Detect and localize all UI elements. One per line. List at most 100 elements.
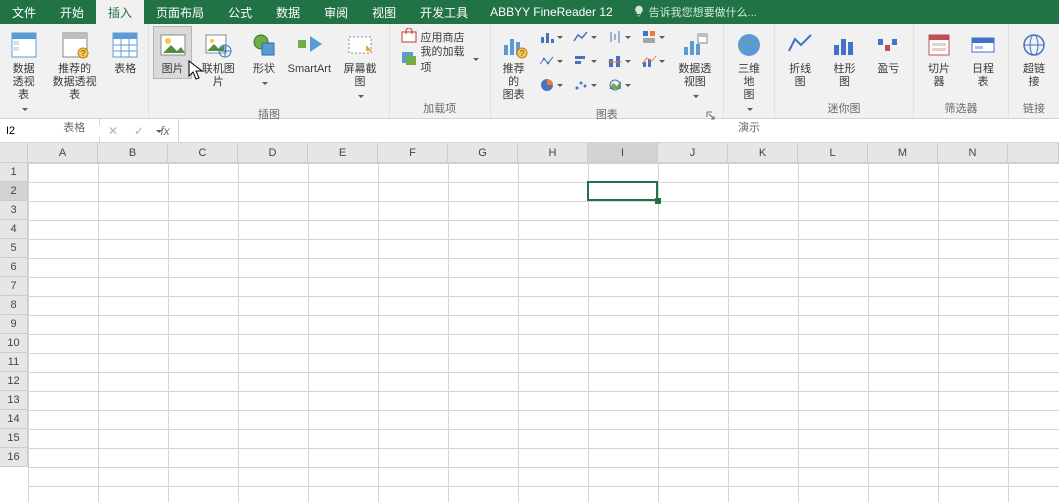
row-header[interactable]: 7 [0, 277, 28, 296]
tab-dev[interactable]: 开发工具 [408, 0, 480, 24]
statistic-chart-button[interactable] [603, 50, 635, 72]
chevron-down-icon [691, 89, 699, 103]
column-header[interactable]: B [98, 143, 168, 163]
pivottable-label: 数据 透视表 [9, 63, 38, 102]
row-header[interactable]: 14 [0, 410, 28, 429]
pie-chart-button[interactable] [535, 74, 567, 96]
sheet-area: ABCDEFGHIJKLMN 12345678910111213141516 [0, 143, 1059, 502]
column-header[interactable] [1008, 143, 1059, 163]
chevron-down-icon [589, 30, 597, 44]
tab-addin[interactable]: ABBYY FineReader 12 [480, 0, 623, 24]
sparkline-line-icon [784, 29, 816, 61]
cell-grid[interactable] [28, 163, 1059, 502]
stock-chart-button[interactable] [603, 26, 635, 48]
row-header[interactable]: 6 [0, 258, 28, 277]
sparkline-winloss-label: 盈亏 [877, 63, 899, 76]
row-header[interactable]: 10 [0, 334, 28, 353]
active-cell[interactable] [587, 181, 658, 201]
sparkline-winloss-button[interactable]: 盈亏 [868, 26, 909, 79]
tab-data[interactable]: 数据 [264, 0, 312, 24]
row-header[interactable]: 4 [0, 220, 28, 239]
table-label: 表格 [114, 63, 136, 76]
hierarchy-chart-button[interactable] [637, 26, 669, 48]
smartart-button[interactable]: SmartArt [285, 26, 333, 79]
row-header[interactable]: 1 [0, 163, 28, 182]
combo-chart-button[interactable] [637, 50, 669, 72]
sparkline-line-button[interactable]: 折线图 [779, 26, 821, 92]
row-header[interactable]: 5 [0, 239, 28, 258]
3dmap-button[interactable]: 三维地 图 [728, 26, 770, 119]
column-header[interactable]: N [938, 143, 1008, 163]
chevron-down-icon [623, 30, 631, 44]
tellme-search[interactable]: 告诉我您想要做什么... [623, 0, 767, 24]
row-header[interactable]: 16 [0, 448, 28, 467]
tab-formula[interactable]: 公式 [216, 0, 264, 24]
row-headers: 12345678910111213141516 [0, 163, 28, 467]
column-header[interactable]: F [378, 143, 448, 163]
column-header[interactable]: K [728, 143, 798, 163]
column-header[interactable]: I [588, 143, 658, 163]
chevron-down-icon [356, 89, 364, 103]
dialog-launcher-icon[interactable] [705, 110, 717, 122]
timeline-button[interactable]: 日程表 [962, 26, 1004, 92]
table-icon [109, 29, 141, 61]
chevron-down-icon [471, 53, 479, 65]
select-all-corner[interactable] [0, 143, 28, 163]
tab-review[interactable]: 审阅 [312, 0, 360, 24]
row-header[interactable]: 2 [0, 182, 28, 201]
tab-insert[interactable]: 插入 [96, 0, 144, 24]
hyperlink-button[interactable]: 超链接 [1013, 26, 1055, 92]
tab-layout[interactable]: 页面布局 [144, 0, 216, 24]
column-header[interactable]: D [238, 143, 308, 163]
screenshot-button[interactable]: 屏幕截图 [336, 26, 385, 106]
fill-handle[interactable] [655, 198, 661, 204]
recommended-charts-button[interactable]: ? 推荐的 图表 [495, 26, 533, 105]
column-header[interactable]: J [658, 143, 728, 163]
row-header[interactable]: 13 [0, 391, 28, 410]
column-header[interactable]: M [868, 143, 938, 163]
tab-view[interactable]: 视图 [360, 0, 408, 24]
row-header[interactable]: 3 [0, 201, 28, 220]
tab-start[interactable]: 开始 [48, 0, 96, 24]
pivottable-button[interactable]: 数据 透视表 [4, 26, 43, 119]
tab-file[interactable]: 文件 [0, 0, 48, 24]
line-chart-button[interactable] [569, 26, 601, 48]
table-button[interactable]: 表格 [106, 26, 144, 79]
column-header[interactable]: A [28, 143, 98, 163]
slicer-icon [923, 29, 955, 61]
chevron-down-icon [623, 54, 631, 68]
picture-button[interactable]: 图片 [153, 26, 191, 79]
group-tables-label: 表格 [4, 119, 144, 137]
column-header[interactable]: L [798, 143, 868, 163]
recommended-pivottable-icon: ? [59, 29, 91, 61]
group-illustrations-label: 插图 [153, 106, 384, 124]
online-picture-button[interactable]: 联机图片 [194, 26, 243, 92]
group-tables: 数据 透视表 ? 推荐的 数据透视表 表格 表格 [0, 24, 149, 118]
slicer-button[interactable]: 切片器 [918, 26, 960, 92]
myaddins-button[interactable]: 我的加载项 [394, 48, 486, 70]
row-header[interactable]: 8 [0, 296, 28, 315]
row-header[interactable]: 12 [0, 372, 28, 391]
column-header[interactable]: H [518, 143, 588, 163]
row-header[interactable]: 11 [0, 353, 28, 372]
bar-chart-button[interactable] [569, 50, 601, 72]
pivotchart-label: 数据透视图 [676, 63, 714, 89]
sparkline-column-button[interactable]: 柱形图 [823, 26, 865, 92]
column-header[interactable]: G [448, 143, 518, 163]
surface-chart-button[interactable] [603, 74, 635, 96]
scatter-chart-button[interactable] [569, 74, 601, 96]
tellme-placeholder: 告诉我您想要做什么... [649, 4, 757, 20]
sparkline-line-label: 折线图 [784, 63, 816, 89]
shapes-button[interactable]: 形状 [245, 26, 283, 93]
hyperlink-icon [1018, 29, 1050, 61]
row-header[interactable]: 9 [0, 315, 28, 334]
row-header[interactable]: 15 [0, 429, 28, 448]
waterfall-chart-button[interactable] [535, 50, 567, 72]
group-sparklines: 折线图 柱形图 盈亏 迷你图 [775, 24, 914, 118]
chevron-down-icon [555, 78, 563, 92]
recommended-pivottable-button[interactable]: ? 推荐的 数据透视表 [45, 26, 104, 105]
column-header[interactable]: E [308, 143, 378, 163]
pivotchart-button[interactable]: 数据透视图 [671, 26, 719, 106]
column-chart-button[interactable] [535, 26, 567, 48]
column-header[interactable]: C [168, 143, 238, 163]
